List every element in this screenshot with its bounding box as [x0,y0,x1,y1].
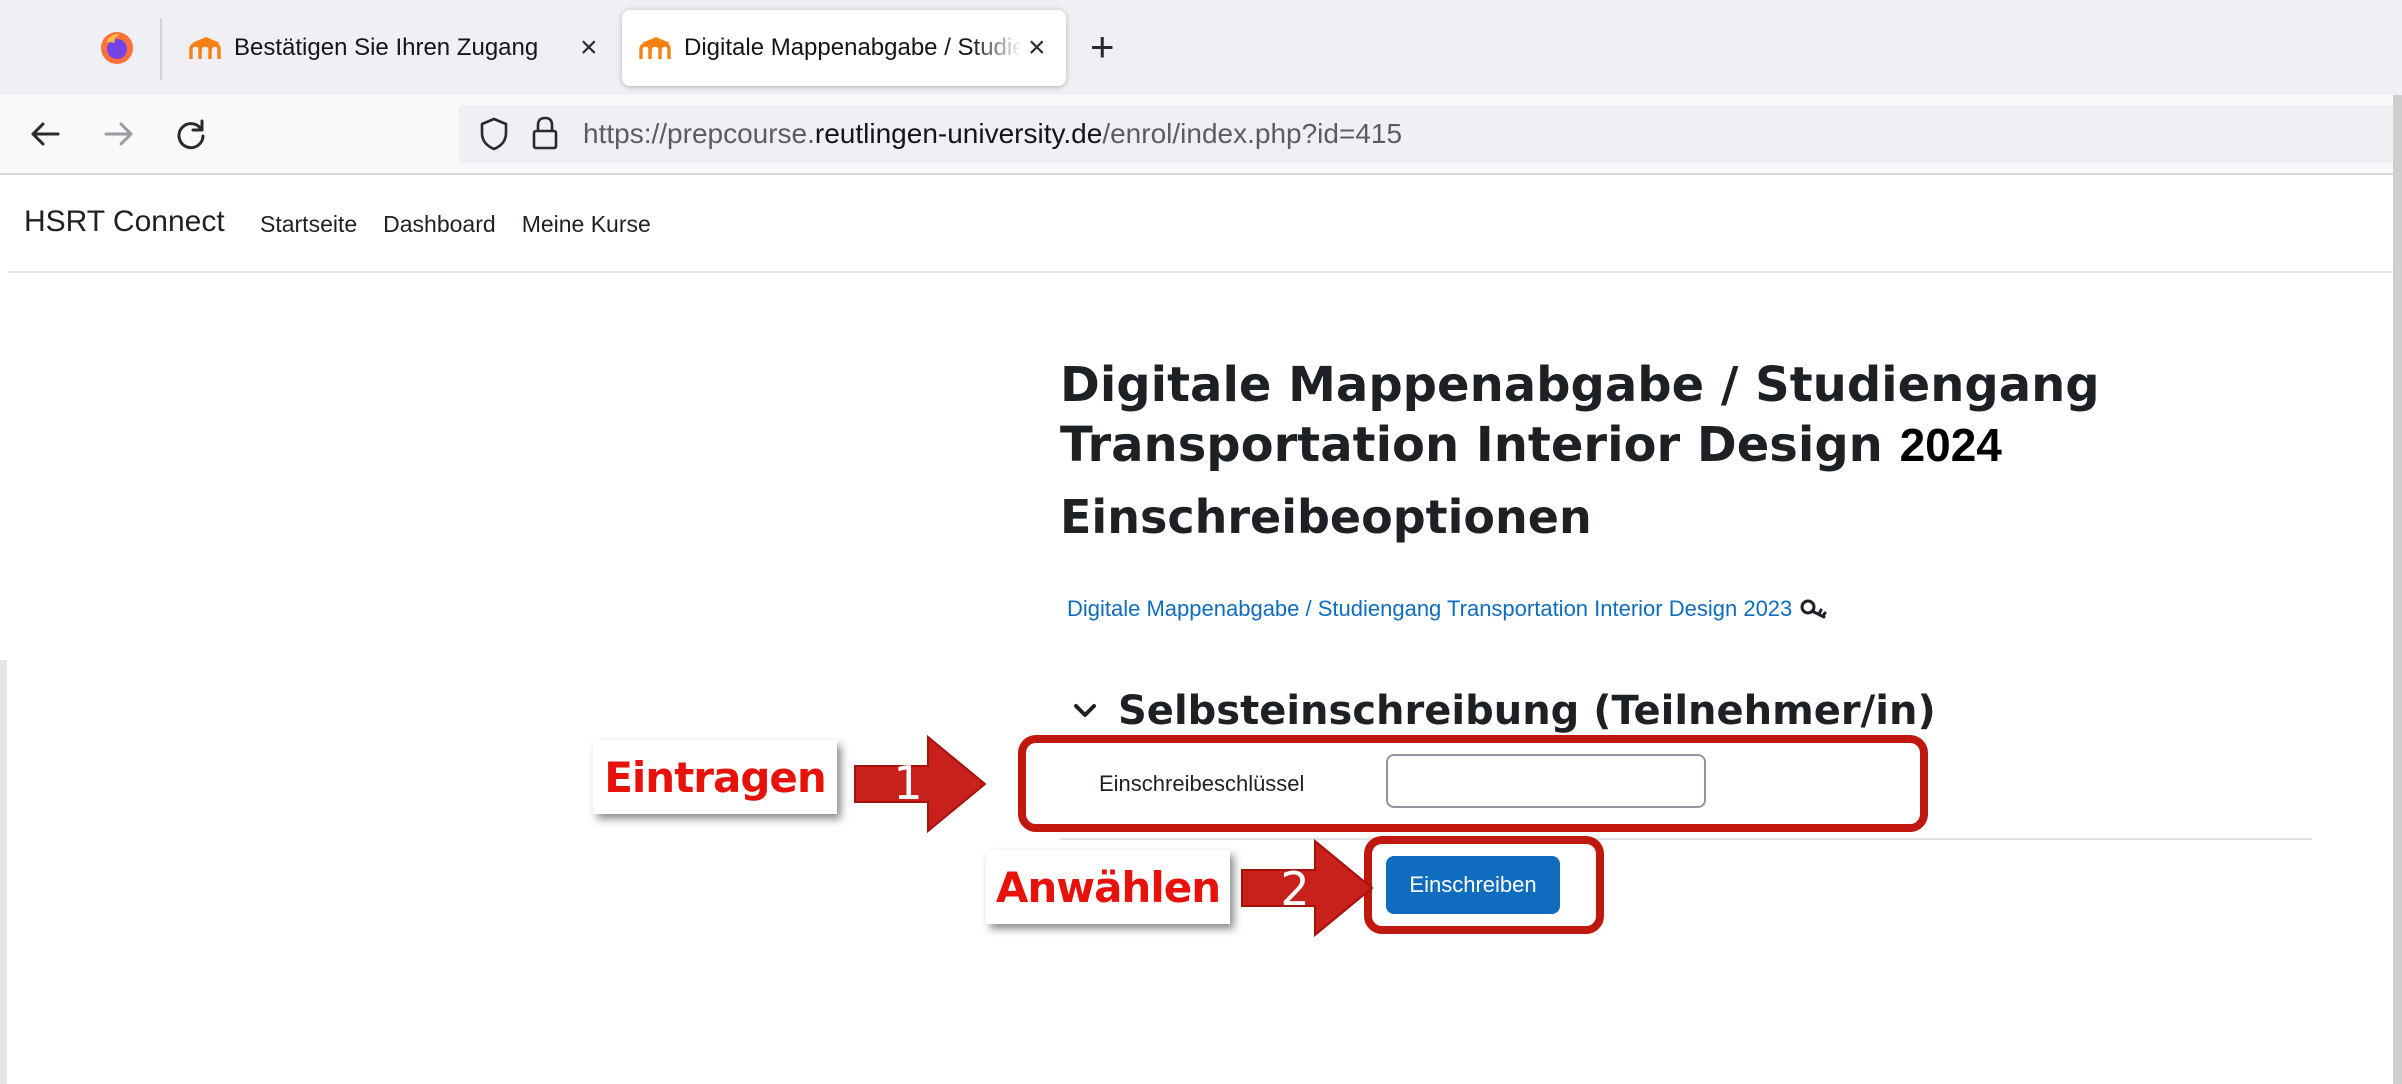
back-arrow-icon[interactable] [26,115,64,153]
url-domain: reutlingen-university.de [814,118,1103,149]
annotation-label-anwaehlen: Anwählen [986,850,1230,924]
browser-toolbar: https://prepcourse.reutlingen-university… [0,95,2402,175]
window-edge [0,660,7,1084]
chevron-down-icon[interactable] [1072,700,1098,722]
browser-tab-strip: Bestätigen Sie Ihren Zugang × Digitale M… [0,0,2402,95]
primary-navigation: Startseite Dashboard Meine Kurse [260,211,651,238]
address-bar[interactable]: https://prepcourse.reutlingen-university… [458,105,2402,163]
tab-divider [160,18,162,80]
enrolment-key-icon [1800,599,1827,619]
tab-digitale-mappenabgabe[interactable]: Digitale Mappenabgabe / Studiengang Tran… [622,10,1066,86]
page-title-year: 2024 [1899,419,2002,471]
enrolment-options-heading: Einschreibeoptionen [1060,490,1592,544]
moodle-favicon-icon [639,37,671,59]
forward-arrow-icon[interactable] [100,115,138,153]
self-enrolment-heading: Selbsteinschreibung (Teilnehmer/in) [1118,688,1936,734]
new-tab-plus-icon[interactable]: + [1090,26,1115,68]
annotation-step-number: 2 [1280,862,1310,916]
moodle-favicon-icon [189,37,221,59]
tab-title: Bestätigen Sie Ihren Zugang [234,34,539,61]
course-link[interactable]: Digitale Mappenabgabe / Studiengang Tran… [1067,596,1828,622]
url-text: https://prepcourse.reutlingen-university… [583,118,1402,150]
lock-icon[interactable] [530,115,560,151]
tracking-protection-shield-icon[interactable] [478,116,510,152]
nav-dashboard[interactable]: Dashboard [383,211,496,238]
firefox-menu-icon[interactable] [100,31,134,65]
tab-title: Digitale Mappenabgabe / Studiengang Tran… [684,34,1022,61]
site-brand[interactable]: HSRT Connect [24,205,225,239]
nav-startseite[interactable]: Startseite [260,211,357,238]
tab-close-icon[interactable]: × [1028,33,1046,63]
reload-icon[interactable] [172,115,210,153]
self-enrolment-section-toggle[interactable]: Selbsteinschreibung (Teilnehmer/in) [1072,688,1936,734]
site-navbar: HSRT Connect Startseite Dashboard Meine … [8,175,2393,273]
highlight-enrol-button [1364,836,1604,934]
highlight-enrolment-key [1018,735,1928,832]
url-prefix: https://prepcourse. [583,118,815,149]
window-edge [2393,95,2402,1084]
tab-close-icon[interactable]: × [580,33,598,63]
course-link-text[interactable]: Digitale Mappenabgabe / Studiengang Tran… [1067,596,1792,622]
page-title: Digitale Mappenabgabe / Studiengang Tran… [1060,355,2320,475]
nav-meine-kurse[interactable]: Meine Kurse [522,211,651,238]
tab-bestaetigen[interactable]: Bestätigen Sie Ihren Zugang × [168,10,608,86]
annotation-step-number: 1 [893,756,923,810]
url-path: /enrol/index.php?id=415 [1102,118,1403,149]
annotation-label-eintragen: Eintragen [593,740,837,814]
